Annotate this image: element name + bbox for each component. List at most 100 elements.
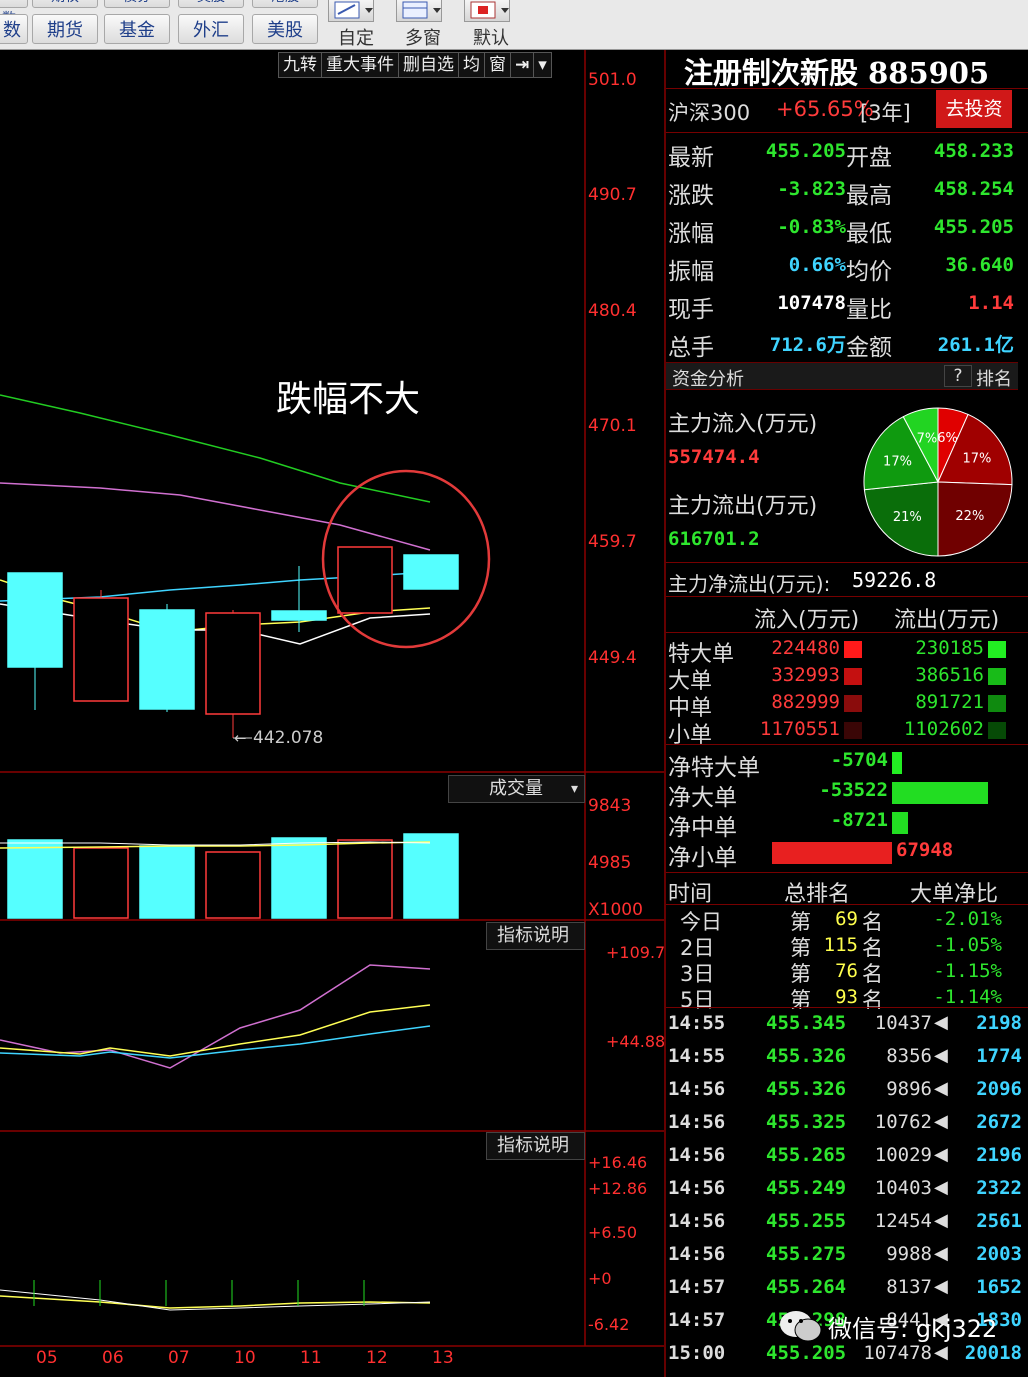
candle-body [205,612,261,715]
rank-ratio: -1.15% [933,960,1002,982]
x-axis-label: 11 [300,1348,322,1368]
tab-label: 期货 [47,20,83,41]
x-axis-label: 06 [102,1348,124,1368]
tick-price: 455.326 [766,1078,847,1100]
multi-window-icon[interactable] [396,0,442,22]
toolbar-us-stock-tab[interactable]: 美股 [252,14,318,44]
toolbar-us-tab-top[interactable]: 美股 [178,0,244,8]
price-axis-label: 501.0 [588,70,637,90]
indicator1-label: 指标说明 [497,925,569,946]
default-layout-icon[interactable] [464,0,510,22]
tick-time: 15:00 [668,1342,726,1364]
volume-selector[interactable]: 成交量 ▾ [448,775,585,803]
arrow-left-icon: ◀ [934,1276,948,1297]
tick-price: 455.255 [766,1210,847,1232]
quote-key: 金额 [846,335,892,361]
candle-body [403,554,459,590]
toolbar-forex-tab[interactable]: 外汇 [178,14,244,44]
tick-price: 455.326 [766,1045,847,1067]
ind1-yellow-line [0,1004,431,1057]
ma-magenta-line [0,482,431,551]
tick-time: 14:57 [668,1276,726,1298]
volume-axis-label: 4985 [588,853,632,873]
rank-number: 69 [835,908,858,930]
toolbar-futures-tab[interactable]: 期货 [32,14,98,44]
tab-label: 债券 [123,0,151,6]
page-title: 注册制次新股 885905 [684,56,990,90]
toolbar-options-tab[interactable]: 期权 [32,0,98,8]
quote-value: 458.254 [933,178,1014,200]
help-icon[interactable]: ? [944,365,972,387]
custom-layout-icon[interactable] [328,0,374,22]
flow-in-swatch [844,668,862,685]
indicator2-label: 指标说明 [497,1135,569,1156]
candle-body [271,610,327,621]
tab-label: 期权 [51,0,79,6]
quote-key: 均价 [846,259,892,285]
ind2-axis-label: +6.50 [588,1223,638,1242]
arrow-left-icon: ◀ [934,1111,948,1132]
volume-bar [337,839,393,919]
toolbar-partial-tab[interactable]: 数 [0,14,28,44]
low-price-label: 442.078 [253,728,324,748]
volume-axis-label: 9843 [588,796,632,816]
tick-price: 455.325 [766,1111,847,1133]
tick-amount: 2196 [976,1144,1022,1166]
rank-ratio: -2.01% [933,908,1002,930]
net-flow-bar [892,752,902,774]
quote-key: 量比 [846,297,892,323]
tick-amount: 2198 [976,1012,1022,1034]
net-row-name: 净特大单 [668,755,760,781]
price-axis-label: 490.7 [588,185,637,205]
kline-chart-area[interactable]: ← 跌幅不大 442.078 501.0 490.7 480.4 470.1 4… [0,50,665,1377]
tool-remove-watchlist[interactable]: 删自选 [399,53,459,77]
tool-window[interactable]: 窗 [485,53,511,77]
volume-label: 成交量 [489,778,543,799]
tick-amount: 2322 [976,1177,1022,1199]
tool-major-events[interactable]: 重大事件 [322,53,399,77]
rank-number: 76 [835,960,858,982]
indicator2-help-button[interactable]: 指标说明 [486,1132,585,1160]
toolbar-bonds-tab[interactable]: 债券 [104,0,170,8]
quote-key: 最低 [846,221,892,247]
chevron-down-icon[interactable]: ▾ [534,53,551,77]
toolbar-hk-tab[interactable]: 港股 [252,0,318,8]
hs300-label: 沪深300 [668,101,751,125]
tool-average[interactable]: 均 [459,53,485,77]
tick-amount: 1652 [976,1276,1022,1298]
tick-price: 455.264 [766,1276,847,1298]
outflow-label: 主力流出(万元) [668,494,818,519]
flow-in-header: 流入(万元) [754,608,860,633]
flow-out-swatch [988,641,1006,658]
tab-label: 数 [3,20,21,41]
tick-volume: 9896 [886,1078,932,1100]
annotation-text: 跌幅不大 [276,379,421,420]
flow-in-value: 332993 [771,664,840,686]
net-outflow-value: 59226.8 [852,568,937,592]
collapse-arrow-icon[interactable]: ⇥ [511,53,535,77]
toolbar-fund-tab[interactable]: 基金 [104,14,170,44]
flow-out-swatch [988,695,1006,712]
flow-out-swatch [988,668,1006,685]
net-row-name: 净大单 [668,785,737,811]
volume-bar [205,851,261,919]
pie-slice-label: 17% [883,454,912,469]
price-axis-label: 480.4 [588,301,637,321]
flow-out-value: 230185 [915,637,984,659]
tick-time: 14:57 [668,1309,726,1331]
tab-label: 基金 [119,20,155,41]
tool-nine-turn[interactable]: 九转 [279,53,322,77]
candle-body [7,572,63,668]
quote-key: 涨幅 [668,221,714,247]
kline-chart[interactable]: ← [0,50,664,1377]
tick-amount: 1774 [976,1045,1022,1067]
indicator1-help-button[interactable]: 指标说明 [486,922,585,950]
quote-value: 261.1亿 [937,334,1014,356]
toolbar-cut-tab-0[interactable]: 数 [0,0,28,27]
invest-button[interactable]: 去投资 [936,90,1012,128]
inflow-value: 557474.4 [668,446,760,468]
x-axis-label: 13 [432,1348,454,1368]
default-layout-label: 默认 [473,28,509,49]
rank-button[interactable]: 排名 [976,365,1012,391]
flow-in-swatch [844,722,862,739]
